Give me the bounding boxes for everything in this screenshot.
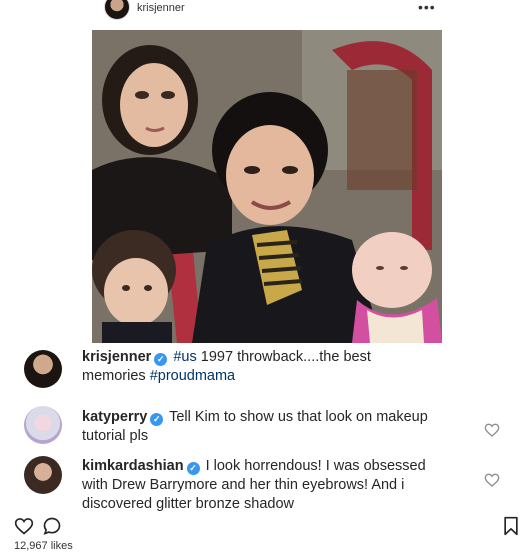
like-count[interactable]: 12,967 likes (14, 540, 73, 552)
comment-username[interactable]: kimkardashian (82, 458, 184, 474)
comment-avatar[interactable] (24, 456, 62, 494)
caption-row: krisjenner ✓ #us 1997 throwback....the be… (0, 346, 531, 390)
more-options-icon[interactable]: ••• (418, 0, 436, 15)
photo-illustration (92, 30, 442, 343)
comment-row: katyperry ✓ Tell Kim to show us that look… (0, 400, 531, 446)
verified-badge-icon: ✓ (154, 353, 168, 366)
header-avatar[interactable] (104, 0, 130, 20)
like-comment-heart-icon[interactable] (484, 422, 500, 438)
verified-badge-icon: ✓ (186, 462, 200, 475)
caption-avatar[interactable] (24, 350, 62, 388)
like-comment-heart-icon[interactable] (484, 472, 500, 488)
hashtag-link[interactable]: #proudmama (150, 368, 235, 384)
save-bookmark-icon[interactable] (502, 516, 520, 536)
hashtag-link[interactable]: #us (173, 349, 196, 365)
comment-bubble-icon[interactable] (42, 516, 62, 536)
header-username[interactable]: krisjenner (137, 2, 185, 14)
comment-row: kimkardashian ✓ I look horrendous! I was … (0, 452, 531, 512)
like-heart-icon[interactable] (14, 516, 34, 536)
post-header: krisjenner ••• (0, 0, 531, 24)
comment-text: katyperry ✓ Tell Kim to show us that look… (82, 409, 428, 444)
post-photo[interactable] (92, 30, 442, 343)
caption-username[interactable]: krisjenner (82, 349, 151, 365)
caption-text: krisjenner ✓ #us 1997 throwback....the be… (82, 349, 371, 384)
comment-text: kimkardashian ✓ I look horrendous! I was … (82, 458, 426, 512)
comment-username[interactable]: katyperry (82, 409, 147, 425)
action-bar (0, 512, 531, 538)
comment-avatar[interactable] (24, 406, 62, 444)
verified-badge-icon: ✓ (150, 413, 164, 426)
